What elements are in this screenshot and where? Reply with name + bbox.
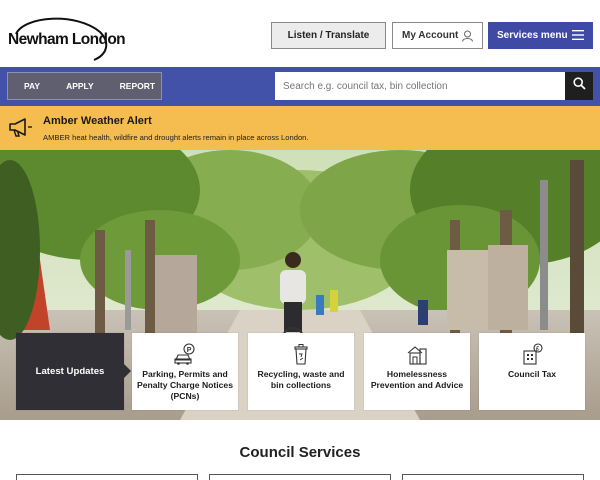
alert-title: Amber Weather Alert bbox=[43, 115, 152, 127]
newham-logo[interactable]: Newham London bbox=[6, 14, 126, 62]
tile-arrow-icon bbox=[124, 364, 131, 378]
tile-homelessness[interactable]: Homelessness Prevention and Advice bbox=[364, 333, 470, 410]
logo-text: Newham London bbox=[8, 31, 126, 48]
listen-translate-button[interactable]: Listen / Translate bbox=[271, 22, 386, 49]
alert-text: AMBER heat health, wildfire and drought … bbox=[43, 133, 309, 142]
svg-text:P: P bbox=[187, 347, 192, 354]
tile-label: Council Tax bbox=[507, 369, 557, 379]
services-menu-label: Services menu bbox=[497, 30, 568, 41]
tile-council-tax[interactable]: £ Council Tax bbox=[479, 333, 585, 410]
search-input[interactable] bbox=[275, 72, 565, 100]
page: Newham London Listen / Translate My Acco… bbox=[0, 0, 600, 480]
council-services-heading: Council Services bbox=[239, 444, 361, 461]
site-header: Newham London Listen / Translate My Acco… bbox=[0, 0, 600, 67]
recycling-bin-icon bbox=[289, 343, 313, 365]
megaphone-icon bbox=[7, 116, 33, 143]
hamburger-menu-icon bbox=[572, 30, 584, 43]
services-menu-button[interactable]: Services menu bbox=[488, 22, 593, 49]
report-link[interactable]: REPORT bbox=[107, 81, 168, 91]
housing-icon bbox=[405, 343, 429, 365]
apply-link[interactable]: APPLY bbox=[53, 81, 107, 91]
user-icon bbox=[462, 30, 473, 45]
navigation-band: PAY APPLY REPORT bbox=[0, 67, 600, 106]
car-parking-icon: P bbox=[173, 343, 197, 365]
tile-parking[interactable]: P Parking, Permits and Penalty Charge No… bbox=[132, 333, 238, 410]
tile-label: Homelessness Prevention and Advice bbox=[370, 369, 464, 390]
council-tax-icon: £ bbox=[520, 343, 544, 365]
quick-links: PAY APPLY REPORT bbox=[7, 72, 162, 100]
tile-label: Latest Updates bbox=[35, 366, 105, 377]
tile-label: Parking, Permits and Penalty Charge Noti… bbox=[137, 369, 233, 401]
my-account-label: My Account bbox=[402, 30, 459, 41]
my-account-button[interactable]: My Account bbox=[392, 22, 483, 49]
tile-recycling[interactable]: Recycling, waste and bin collections bbox=[248, 333, 354, 410]
quick-tiles: Latest Updates P Parking, Permits and Pe… bbox=[0, 333, 600, 410]
service-card[interactable] bbox=[16, 474, 198, 480]
service-card[interactable] bbox=[209, 474, 391, 480]
tile-label: Recycling, waste and bin collections bbox=[257, 369, 345, 390]
pay-link[interactable]: PAY bbox=[8, 81, 53, 91]
search-button[interactable] bbox=[565, 72, 593, 100]
weather-alert-banner: Amber Weather Alert AMBER heat health, w… bbox=[0, 106, 600, 150]
tile-latest-updates[interactable]: Latest Updates bbox=[16, 333, 124, 410]
listen-translate-label: Listen / Translate bbox=[287, 30, 370, 41]
search-icon bbox=[572, 77, 586, 95]
service-card[interactable] bbox=[402, 474, 584, 480]
